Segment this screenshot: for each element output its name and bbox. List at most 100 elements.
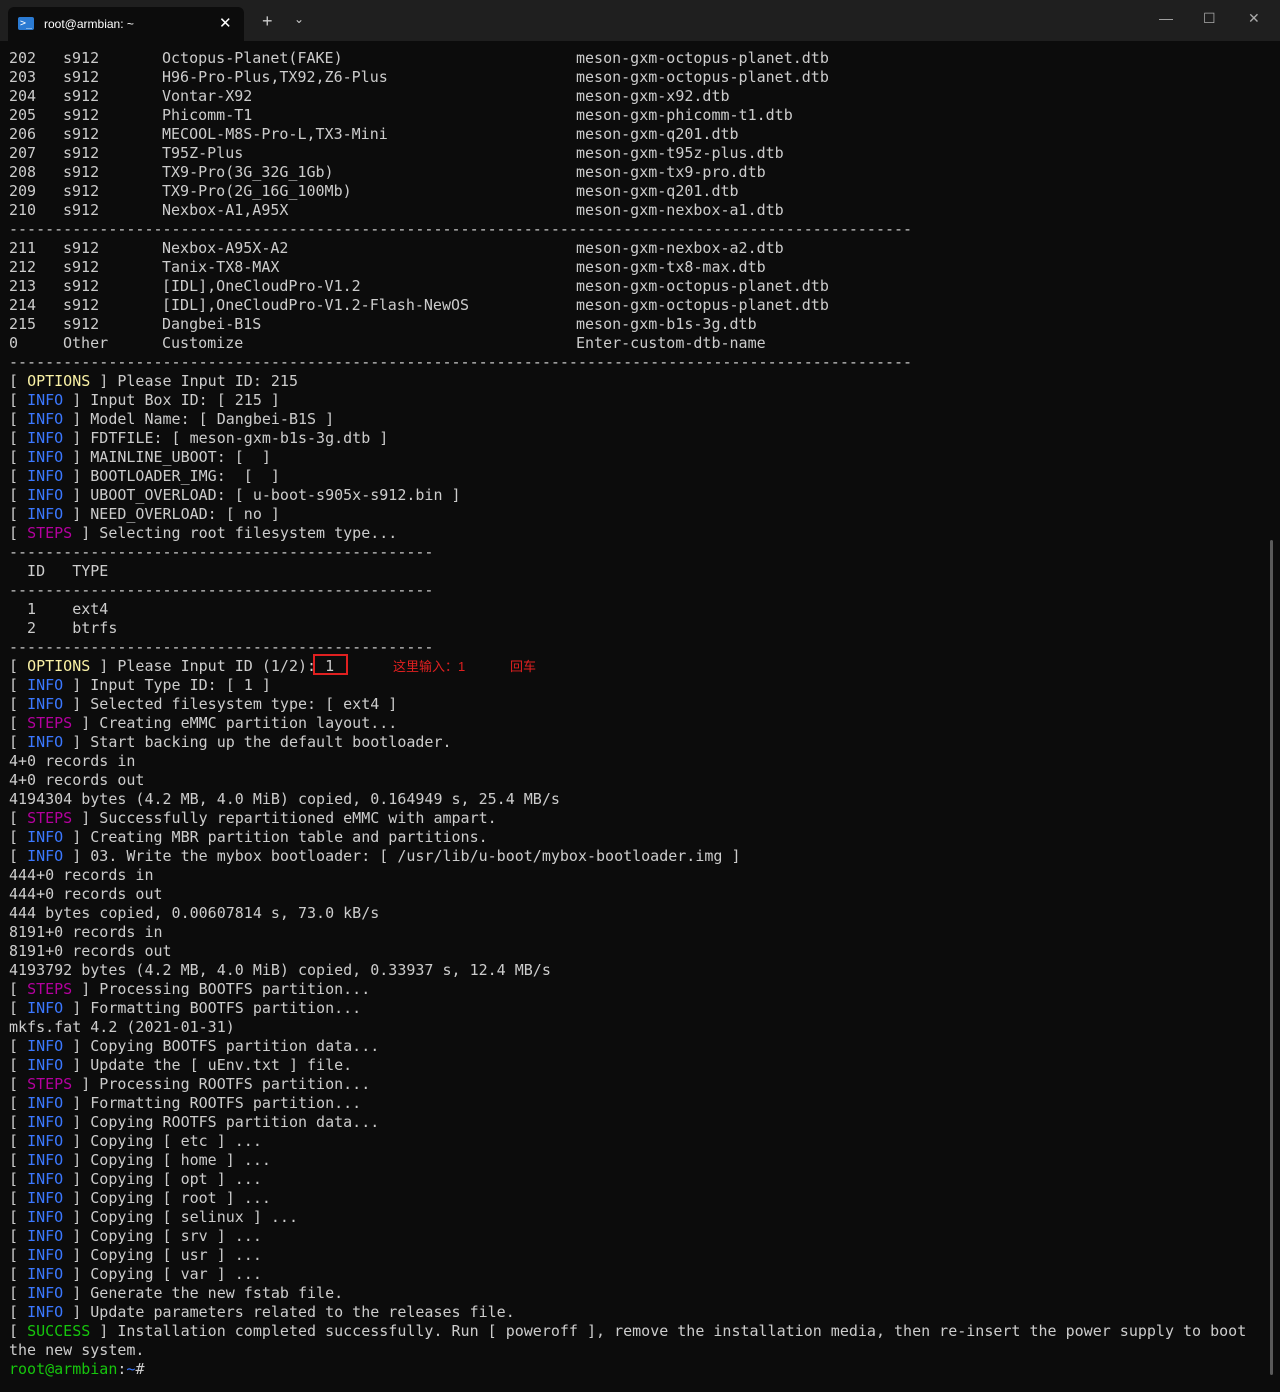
- log-tag: STEPS: [27, 809, 73, 827]
- terminal-tab[interactable]: >_ root@armbian: ~ ✕: [8, 7, 244, 41]
- table-cell: meson-gxm-t95z-plus.dtb: [576, 144, 784, 162]
- log-line: [ STEPS ] Processing BOOTFS partition...: [9, 980, 371, 998]
- log-text: ] Creating MBR partition table and parti…: [63, 828, 488, 846]
- table-cell: meson-gxm-tx8-max.dtb: [576, 258, 766, 276]
- log-line: 444+0 records in: [9, 866, 1265, 885]
- log-text: ] Copying [ selinux ] ...: [63, 1208, 298, 1226]
- log-text: ] Input Type ID: [ 1 ]: [63, 676, 271, 694]
- table-cell: meson-gxm-q201.dtb: [576, 125, 739, 143]
- log-line: [ INFO ] Copying [ etc ] ...: [9, 1132, 262, 1150]
- log-line: [ INFO ] Copying [ usr ] ...: [9, 1246, 262, 1264]
- log-tag: INFO: [27, 733, 64, 751]
- log-tag: INFO: [27, 695, 64, 713]
- log-text: ] Selected filesystem type: [ ext4 ]: [63, 695, 398, 713]
- log-tag: INFO: [27, 1227, 64, 1245]
- scrollbar-thumb[interactable]: [1270, 540, 1273, 1375]
- table-cell: Octopus-Planet(FAKE): [162, 49, 343, 67]
- log-line: [ INFO ] NEED_OVERLOAD: [ no ]: [9, 505, 280, 523]
- log-tag: INFO: [27, 1265, 64, 1283]
- log-text: ] Copying [ root ] ...: [63, 1189, 271, 1207]
- log-text: ] Copying [ home ] ...: [63, 1151, 271, 1169]
- table-cell: meson-gxm-octopus-planet.dtb: [576, 49, 829, 67]
- log-line: 4193792 bytes (4.2 MB, 4.0 MiB) copied, …: [9, 961, 1265, 980]
- log-text: ] Please Input ID: 215: [90, 372, 298, 390]
- log-text: 4194304 bytes (4.2 MB, 4.0 MiB) copied, …: [9, 790, 560, 808]
- table-cell: 212: [9, 258, 37, 276]
- log-line: [ INFO ] Copying [ opt ] ...: [9, 1170, 262, 1188]
- log-text: 8191+0 records out: [9, 942, 172, 960]
- log-line: [ INFO ] Input Type ID: [ 1 ]: [9, 676, 271, 694]
- table-cell: 0: [9, 334, 19, 352]
- log-text: ] MAINLINE_UBOOT: [ ]: [63, 448, 271, 466]
- log-text: 4+0 records in: [9, 752, 136, 770]
- log-tag: INFO: [27, 448, 64, 466]
- log-tag: STEPS: [27, 980, 73, 998]
- log-line: the new system.: [9, 1341, 1265, 1360]
- separator-line: ----------------------------------------…: [9, 353, 913, 371]
- maximize-button[interactable]: ☐: [1203, 10, 1216, 27]
- table-row: 208 s912 TX9-Pro(3G_32G_1Gb) meson-gxm-tx9-…: [9, 163, 1265, 182]
- shell-prompt: root@armbian:~#: [9, 1360, 1265, 1379]
- log-line: [ INFO ] Copying [ var ] ...: [9, 1265, 262, 1283]
- input-highlight-box: [313, 654, 348, 675]
- table-row: 207 s912 T95Z-Plus meson-gxm-t95z-plus.dtb: [9, 144, 1265, 163]
- minimize-button[interactable]: —: [1159, 10, 1173, 26]
- table-cell: 210: [9, 201, 37, 219]
- terminal-output[interactable]: 202 s912 Octopus-Planet(FAKE) meson-gxm-oct…: [9, 49, 1265, 1385]
- log-line: mkfs.fat 4.2 (2021-01-31): [9, 1018, 1265, 1037]
- log-line: [ SUCCESS ] Installation completed succe…: [9, 1322, 1247, 1340]
- log-text: 444+0 records in: [9, 866, 154, 884]
- table-cell: s912: [63, 125, 100, 143]
- log-line: [ INFO ] Copying [ home ] ...: [9, 1151, 271, 1169]
- table-cell: 202: [9, 49, 37, 67]
- table-cell: Other: [63, 334, 109, 352]
- table-row: 211 s912 Nexbox-A95X-A2 meson-gxm-nexbox-a2…: [9, 239, 1265, 258]
- log-text: 444 bytes copied, 0.00607814 s, 73.0 kB/…: [9, 904, 380, 922]
- tab-dropdown-chevron-icon[interactable]: ⌄: [294, 12, 304, 26]
- close-window-button[interactable]: ✕: [1248, 10, 1260, 27]
- new-tab-button[interactable]: +: [262, 12, 273, 30]
- log-tag: INFO: [27, 505, 64, 523]
- log-tag: INFO: [27, 828, 64, 846]
- table-cell: s912: [63, 239, 100, 257]
- log-tag: INFO: [27, 410, 64, 428]
- table-cell: s912: [63, 163, 100, 181]
- table-cell: s912: [63, 296, 100, 314]
- table-cell: s912: [63, 182, 100, 200]
- table-row: 0 Other Customize Enter-custom-dtb-name: [9, 334, 1265, 353]
- log-tag: INFO: [27, 1151, 64, 1169]
- log-line: [ INFO ] Copying [ srv ] ...: [9, 1227, 262, 1245]
- log-text: ] Formatting ROOTFS partition...: [63, 1094, 362, 1112]
- log-tag: INFO: [27, 1208, 64, 1226]
- table-row: 203 s912 H96-Pro-Plus,TX92,Z6-Plus meson-gx…: [9, 68, 1265, 87]
- annotation-enter-hint: 回车: [510, 659, 537, 674]
- table-row: 215 s912 Dangbei-B1S meson-gxm-b1s-3g.dtb: [9, 315, 1265, 334]
- table-cell: s912: [63, 258, 100, 276]
- fs-table-header: ID TYPE: [9, 562, 109, 580]
- table-cell: 211: [9, 239, 37, 257]
- log-tag: OPTIONS: [27, 372, 91, 390]
- table-cell: T95Z-Plus: [162, 144, 244, 162]
- log-line: [ INFO ] Copying [ selinux ] ...: [9, 1208, 298, 1226]
- table-row: 205 s912 Phicomm-T1 meson-gxm-phicomm-t1.dt…: [9, 106, 1265, 125]
- table-cell: s912: [63, 144, 100, 162]
- table-cell: 208: [9, 163, 37, 181]
- log-line: [ INFO ] UBOOT_OVERLOAD: [ u-boot-s905x-…: [9, 486, 461, 504]
- tab-close-icon[interactable]: ✕: [219, 14, 232, 32]
- table-cell: TX9-Pro(3G_32G_1Gb): [162, 163, 334, 181]
- log-tag: SUCCESS: [27, 1322, 91, 1340]
- log-tag: OPTIONS: [27, 657, 91, 675]
- log-line: [ INFO ] 03. Write the mybox bootloader:…: [9, 847, 741, 865]
- log-text: 4+0 records out: [9, 771, 145, 789]
- table-cell: Enter-custom-dtb-name: [576, 334, 766, 352]
- table-cell: Vontar-X92: [162, 87, 253, 105]
- log-tag: INFO: [27, 847, 64, 865]
- table-cell: Nexbox-A95X-A2: [162, 239, 289, 257]
- table-cell: s912: [63, 68, 100, 86]
- table-cell: Phicomm-T1: [162, 106, 253, 124]
- log-tag: INFO: [27, 1132, 64, 1150]
- log-text: ] BOOTLOADER_IMG: [ ]: [63, 467, 280, 485]
- table-cell: 209: [9, 182, 37, 200]
- log-line: [ STEPS ] Creating eMMC partition layout…: [9, 714, 398, 732]
- log-text: ] Copying [ usr ] ...: [63, 1246, 262, 1264]
